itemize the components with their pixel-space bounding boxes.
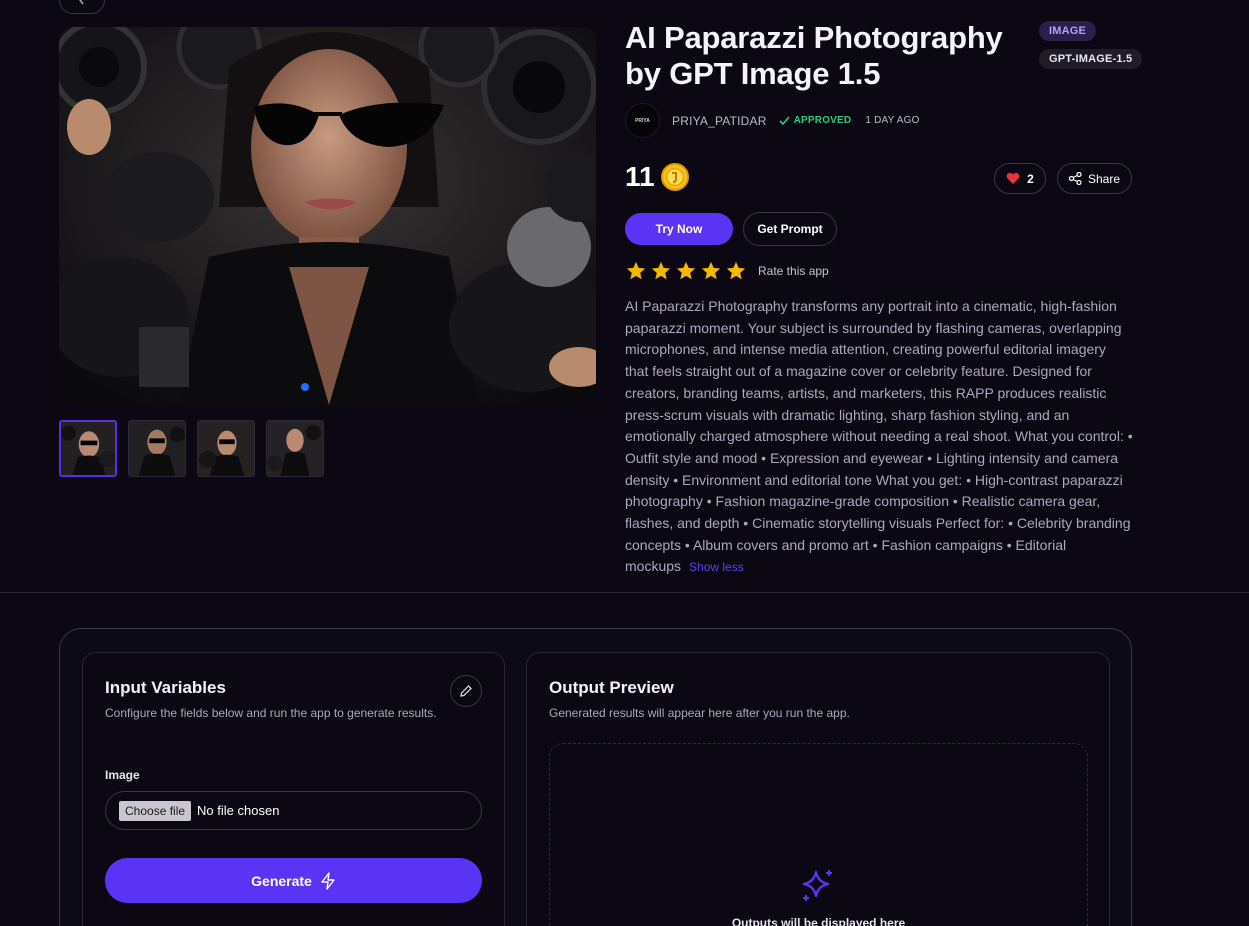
status-badge: APPROVED (779, 115, 852, 126)
description-text: AI Paparazzi Photography transforms any … (625, 298, 1133, 575)
input-variables-card: Input Variables Configure the fields bel… (82, 652, 505, 926)
input-title: Input Variables (105, 678, 226, 697)
back-button[interactable] (59, 0, 105, 14)
like-button[interactable]: 2 (994, 163, 1046, 194)
star-icon[interactable] (625, 260, 647, 282)
image-file-input[interactable]: Choose file No file chosen (105, 791, 482, 830)
thumbnail-1[interactable] (59, 420, 117, 477)
coin-icon (660, 163, 689, 191)
avatar[interactable]: PRIYA (625, 103, 660, 138)
file-status: No file chosen (197, 803, 280, 818)
posted-time: 1 DAY AGO (865, 115, 920, 126)
input-subtitle: Configure the fields below and run the a… (105, 706, 437, 720)
thumbnail-2[interactable] (128, 420, 186, 477)
thumbnail-strip (59, 420, 324, 477)
edit-button[interactable] (450, 675, 482, 707)
rate-label: Rate this app (758, 264, 829, 278)
rating: Rate this app (625, 260, 829, 282)
share-label: Share (1087, 171, 1121, 186)
star-icon[interactable] (675, 260, 697, 282)
star-icon[interactable] (725, 260, 747, 282)
output-preview-card: Output Preview Generated results will ap… (526, 652, 1110, 926)
author-row: PRIYA PRIYA_PATIDAR APPROVED 1 DAY AGO (625, 103, 920, 138)
get-prompt-button[interactable]: Get Prompt (743, 212, 837, 246)
sparkle-icon (802, 870, 832, 901)
share-icon (1068, 172, 1082, 185)
thumbnail-4[interactable] (266, 420, 324, 477)
price-value: 11 (625, 161, 655, 192)
tag-model[interactable]: GPT-IMAGE-1.5 (1039, 49, 1143, 69)
tag-image[interactable]: IMAGE (1039, 21, 1097, 41)
try-now-button[interactable]: Try Now (625, 213, 733, 245)
price: 11 (625, 161, 689, 193)
generate-button[interactable]: Generate (105, 858, 482, 903)
star-icon[interactable] (700, 260, 722, 282)
lightning-icon (321, 871, 335, 890)
hero-image[interactable] (59, 27, 596, 405)
author-name[interactable]: PRIYA_PATIDAR (672, 114, 767, 128)
check-icon (779, 116, 790, 126)
output-subtitle: Generated results will appear here after… (549, 706, 850, 720)
heart-icon (1006, 172, 1020, 184)
app-title: AI Paparazzi Photography by GPT Image 1.… (625, 20, 1003, 91)
generate-label: Generate (251, 872, 312, 889)
star-icon[interactable] (650, 260, 672, 282)
output-area: Outputs will be displayed here (549, 743, 1088, 926)
output-placeholder: Outputs will be displayed here (731, 916, 906, 926)
thumbnail-3[interactable] (197, 420, 255, 477)
like-count: 2 (1027, 171, 1034, 186)
share-button[interactable]: Share (1057, 163, 1132, 194)
choose-file-button[interactable]: Choose file (119, 800, 192, 821)
description: AI Paparazzi Photography transforms any … (625, 296, 1133, 579)
chevron-left-icon (79, 0, 84, 5)
divider (0, 592, 1249, 593)
pencil-icon (460, 685, 472, 697)
status-label: APPROVED (793, 115, 852, 126)
show-less-link[interactable]: Show less (689, 560, 744, 574)
image-field-label: Image (105, 768, 140, 782)
output-title: Output Preview (549, 678, 674, 697)
